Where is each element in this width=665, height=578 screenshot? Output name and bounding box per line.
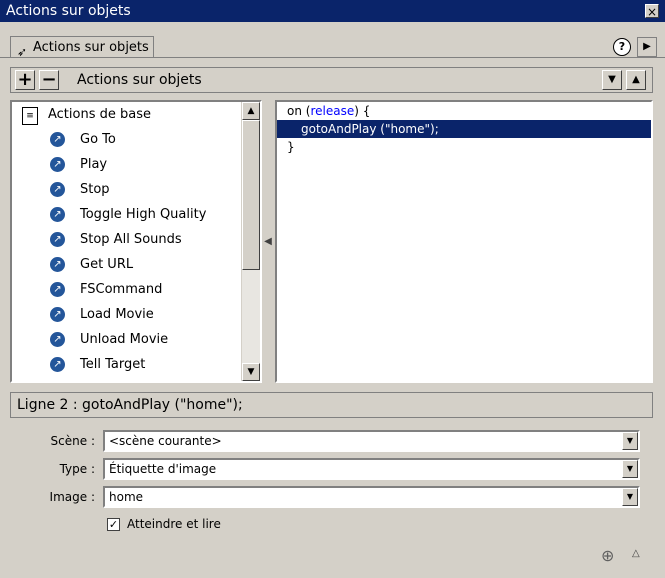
- list-item[interactable]: ↗ FSCommand: [12, 277, 242, 302]
- move-down-button[interactable]: ▼: [602, 70, 622, 90]
- code-line-1[interactable]: on (release) {: [277, 102, 651, 120]
- type-label: Type :: [59, 462, 95, 476]
- action-label: Get URL: [80, 257, 134, 272]
- tab-divider: [0, 57, 665, 58]
- action-label: Tell Target: [80, 357, 146, 372]
- action-arrow-icon: ↗: [50, 332, 65, 347]
- toolbar-title: Actions sur objets: [77, 72, 202, 88]
- image-row: Image : home ▼: [0, 486, 665, 510]
- action-label: Load Movie: [80, 307, 154, 322]
- add-action-button[interactable]: +: [15, 70, 35, 90]
- collapse-up-icon[interactable]: △: [632, 548, 640, 559]
- script-editor[interactable]: on (release) { gotoAndPlay ("home"); }: [275, 100, 653, 383]
- panel-menu-button[interactable]: ▶: [637, 37, 657, 57]
- action-arrow-icon: ↗: [50, 182, 65, 197]
- close-button[interactable]: ×: [645, 4, 659, 19]
- crosshair-icon[interactable]: ⊕: [601, 546, 614, 565]
- type-value: Étiquette d'image: [109, 462, 217, 476]
- action-arrow-icon: ↗: [50, 307, 65, 322]
- goto-and-play-checkbox[interactable]: ✓: [107, 518, 120, 531]
- tab-row: ➶ Actions sur objets ? ▶: [0, 24, 665, 59]
- scene-value: <scène courante>: [109, 434, 222, 448]
- list-item[interactable]: ↗ Load Movie: [12, 302, 242, 327]
- chevron-down-icon[interactable]: ▼: [622, 488, 638, 506]
- list-item[interactable]: ↗ Stop All Sounds: [12, 227, 242, 252]
- scene-select[interactable]: <scène courante> ▼: [103, 430, 640, 452]
- chevron-down-icon[interactable]: ▼: [622, 432, 638, 450]
- list-scrollbar[interactable]: ▲ ▼: [241, 102, 260, 381]
- title-bar: Actions sur objets ×: [0, 0, 665, 22]
- list-item[interactable]: ↗ Play: [12, 152, 242, 177]
- category-label: Actions de base: [48, 107, 151, 122]
- type-select[interactable]: Étiquette d'image ▼: [103, 458, 640, 480]
- checkbox-label: Atteindre et lire: [127, 517, 221, 531]
- book-icon: ≡: [22, 107, 38, 125]
- image-select[interactable]: home ▼: [103, 486, 640, 508]
- action-label: Play: [80, 157, 108, 172]
- code-text: on (: [287, 104, 311, 118]
- scroll-up-button[interactable]: ▲: [242, 102, 260, 120]
- action-label: Stop: [80, 182, 110, 197]
- code-text: ) {: [354, 104, 371, 118]
- code-keyword: release: [310, 104, 355, 118]
- status-line: Ligne 2 : gotoAndPlay ("home");: [10, 392, 653, 418]
- action-label: Go To: [80, 132, 116, 147]
- action-arrow-icon: ↗: [50, 207, 65, 222]
- actions-toolbar: + − Actions sur objets ▼ ▲: [10, 67, 653, 93]
- code-line-3[interactable]: }: [277, 138, 651, 156]
- category-actions-de-base[interactable]: ≡ Actions de base: [12, 102, 242, 127]
- action-label: Unload Movie: [80, 332, 169, 347]
- panel-splitter-handle[interactable]: ◀: [264, 227, 272, 257]
- list-item[interactable]: ↗ Stop: [12, 177, 242, 202]
- list-item[interactable]: ↗ Tell Target: [12, 352, 242, 377]
- image-label: Image :: [49, 490, 95, 504]
- move-up-button[interactable]: ▲: [626, 70, 646, 90]
- scroll-thumb[interactable]: [242, 120, 260, 270]
- chevron-down-icon[interactable]: ▼: [622, 460, 638, 478]
- list-item[interactable]: ↗ Go To: [12, 127, 242, 152]
- type-row: Type : Étiquette d'image ▼: [0, 458, 665, 482]
- action-arrow-icon: ↗: [50, 282, 65, 297]
- scene-label: Scène :: [50, 434, 95, 448]
- actions-list-panel: ≡ Actions de base ↗ Go To ↗ Play ↗ Stop ↗ To…: [10, 100, 262, 383]
- action-label: FSCommand: [80, 282, 163, 297]
- action-arrow-icon: ↗: [50, 132, 65, 147]
- action-arrow-icon: ↗: [50, 357, 65, 372]
- tab-label: Actions sur objets: [33, 40, 149, 55]
- action-arrow-icon: ↗: [50, 232, 65, 247]
- action-arrow-icon: ↗: [50, 157, 65, 172]
- action-label: Toggle High Quality: [80, 207, 207, 222]
- list-item[interactable]: ↗ Get URL: [12, 252, 242, 277]
- list-item[interactable]: ↗ Toggle High Quality: [12, 202, 242, 227]
- action-label: Stop All Sounds: [80, 232, 182, 247]
- scene-row: Scène : <scène courante> ▼: [0, 430, 665, 454]
- help-button[interactable]: ?: [613, 38, 631, 56]
- actions-list: ≡ Actions de base ↗ Go To ↗ Play ↗ Stop ↗ To…: [12, 102, 242, 381]
- list-item[interactable]: ↗ Unload Movie: [12, 327, 242, 352]
- window-title: Actions sur objets: [6, 3, 131, 19]
- image-value: home: [109, 490, 144, 504]
- scroll-down-button[interactable]: ▼: [242, 363, 260, 381]
- action-arrow-icon: ➶: [17, 45, 28, 59]
- remove-action-button[interactable]: −: [39, 70, 59, 90]
- code-line-2-selected[interactable]: gotoAndPlay ("home");: [277, 120, 651, 138]
- action-arrow-icon: ↗: [50, 257, 65, 272]
- tab-actions-objets[interactable]: ➶ Actions sur objets: [10, 36, 154, 59]
